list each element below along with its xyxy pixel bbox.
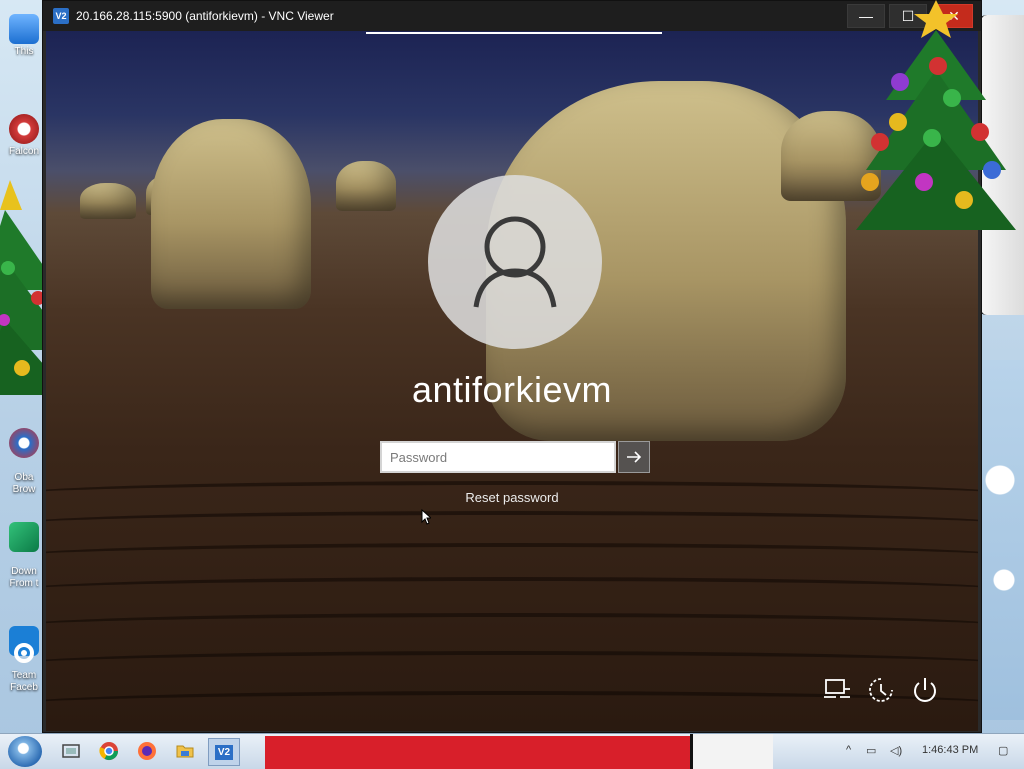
firefox-icon[interactable] [134,738,160,764]
power-icon[interactable] [910,675,940,705]
network-icon[interactable] [822,675,852,705]
notification-icon[interactable]: ▢ [998,744,1008,757]
desktop-icon-this-pc[interactable]: This [4,14,44,58]
password-field[interactable] [380,441,616,473]
system-tray: ^ ▭ ◁) 1:46:43 PM ▢ [826,734,1016,769]
desktop-icon-label: Team Faceb [10,670,38,693]
dune-ripple [46,543,978,571]
vnc-viewer-taskbar-button[interactable]: V2 [208,738,240,766]
dune-ripple [46,613,978,641]
user-silhouette-icon [473,216,557,308]
mouse-cursor-icon [421,509,431,525]
username-label: antiforkievm [411,369,613,410]
snow-decoration [980,360,1024,720]
falcon-icon [9,114,39,144]
rock-formation [151,119,311,309]
settings-gear-icon [9,626,39,663]
desktop-icon-falcon[interactable]: Falcon [4,114,44,158]
desktop-icon-label: Falcon [8,146,39,157]
browser-icon [9,428,39,458]
rock-formation [336,161,396,211]
window-title: 20.166.28.115:5900 (antiforkievm) - VNC … [76,9,334,23]
christmas-tree-right [856,0,1016,230]
reset-password-link[interactable]: Reset password [46,490,978,505]
decorative-strip [690,734,773,769]
chevron-up-icon[interactable]: ^ [846,744,851,756]
vnc-viewer-window[interactable]: V2 20.166.28.115:5900 (antiforkievm) - V… [42,0,982,733]
dune-ripple [46,577,978,605]
submit-arrow-button[interactable] [618,441,650,473]
remote-lock-screen[interactable]: antiforkievm Reset password [46,31,978,731]
file-explorer-icon[interactable] [58,738,84,764]
monitor-icon[interactable]: ▭ [866,744,876,757]
desktop-icon-label: This [14,46,34,57]
vnc-toolbar-handle[interactable] [366,32,662,34]
desktop-icon-label: Oba Brow [12,472,36,495]
volume-icon[interactable]: ◁) [890,744,902,757]
user-avatar [428,175,602,349]
rock-formation [80,183,136,219]
clock[interactable]: 1:46:43 PM [922,744,978,756]
password-row [380,441,650,473]
start-button[interactable] [8,736,42,767]
dune-ripple [46,511,978,539]
desktop-icon-label: Down From t [9,566,39,589]
folder-icon[interactable] [172,738,198,764]
window-titlebar[interactable]: V2 20.166.28.115:5900 (antiforkievm) - V… [43,1,981,31]
download-icon [9,522,39,552]
desktop-icon-browser[interactable]: Oba Brow [4,416,44,496]
arrow-right-icon [627,451,642,463]
desktop-icon-team[interactable]: Team Faceb [4,614,44,694]
vnc-app-icon: V2 [53,8,69,24]
vnc-viewer-icon: V2 [214,744,234,760]
ease-of-access-icon[interactable] [866,675,896,705]
desktop-icon-download[interactable]: Down From t [4,510,44,590]
taskbar: V2 ^ ▭ ◁) 1:46:43 PM ▢ [0,733,1024,769]
lock-screen-icons [822,675,952,707]
computer-icon [9,14,39,44]
red-banner [265,736,690,769]
chrome-icon[interactable] [96,738,122,764]
